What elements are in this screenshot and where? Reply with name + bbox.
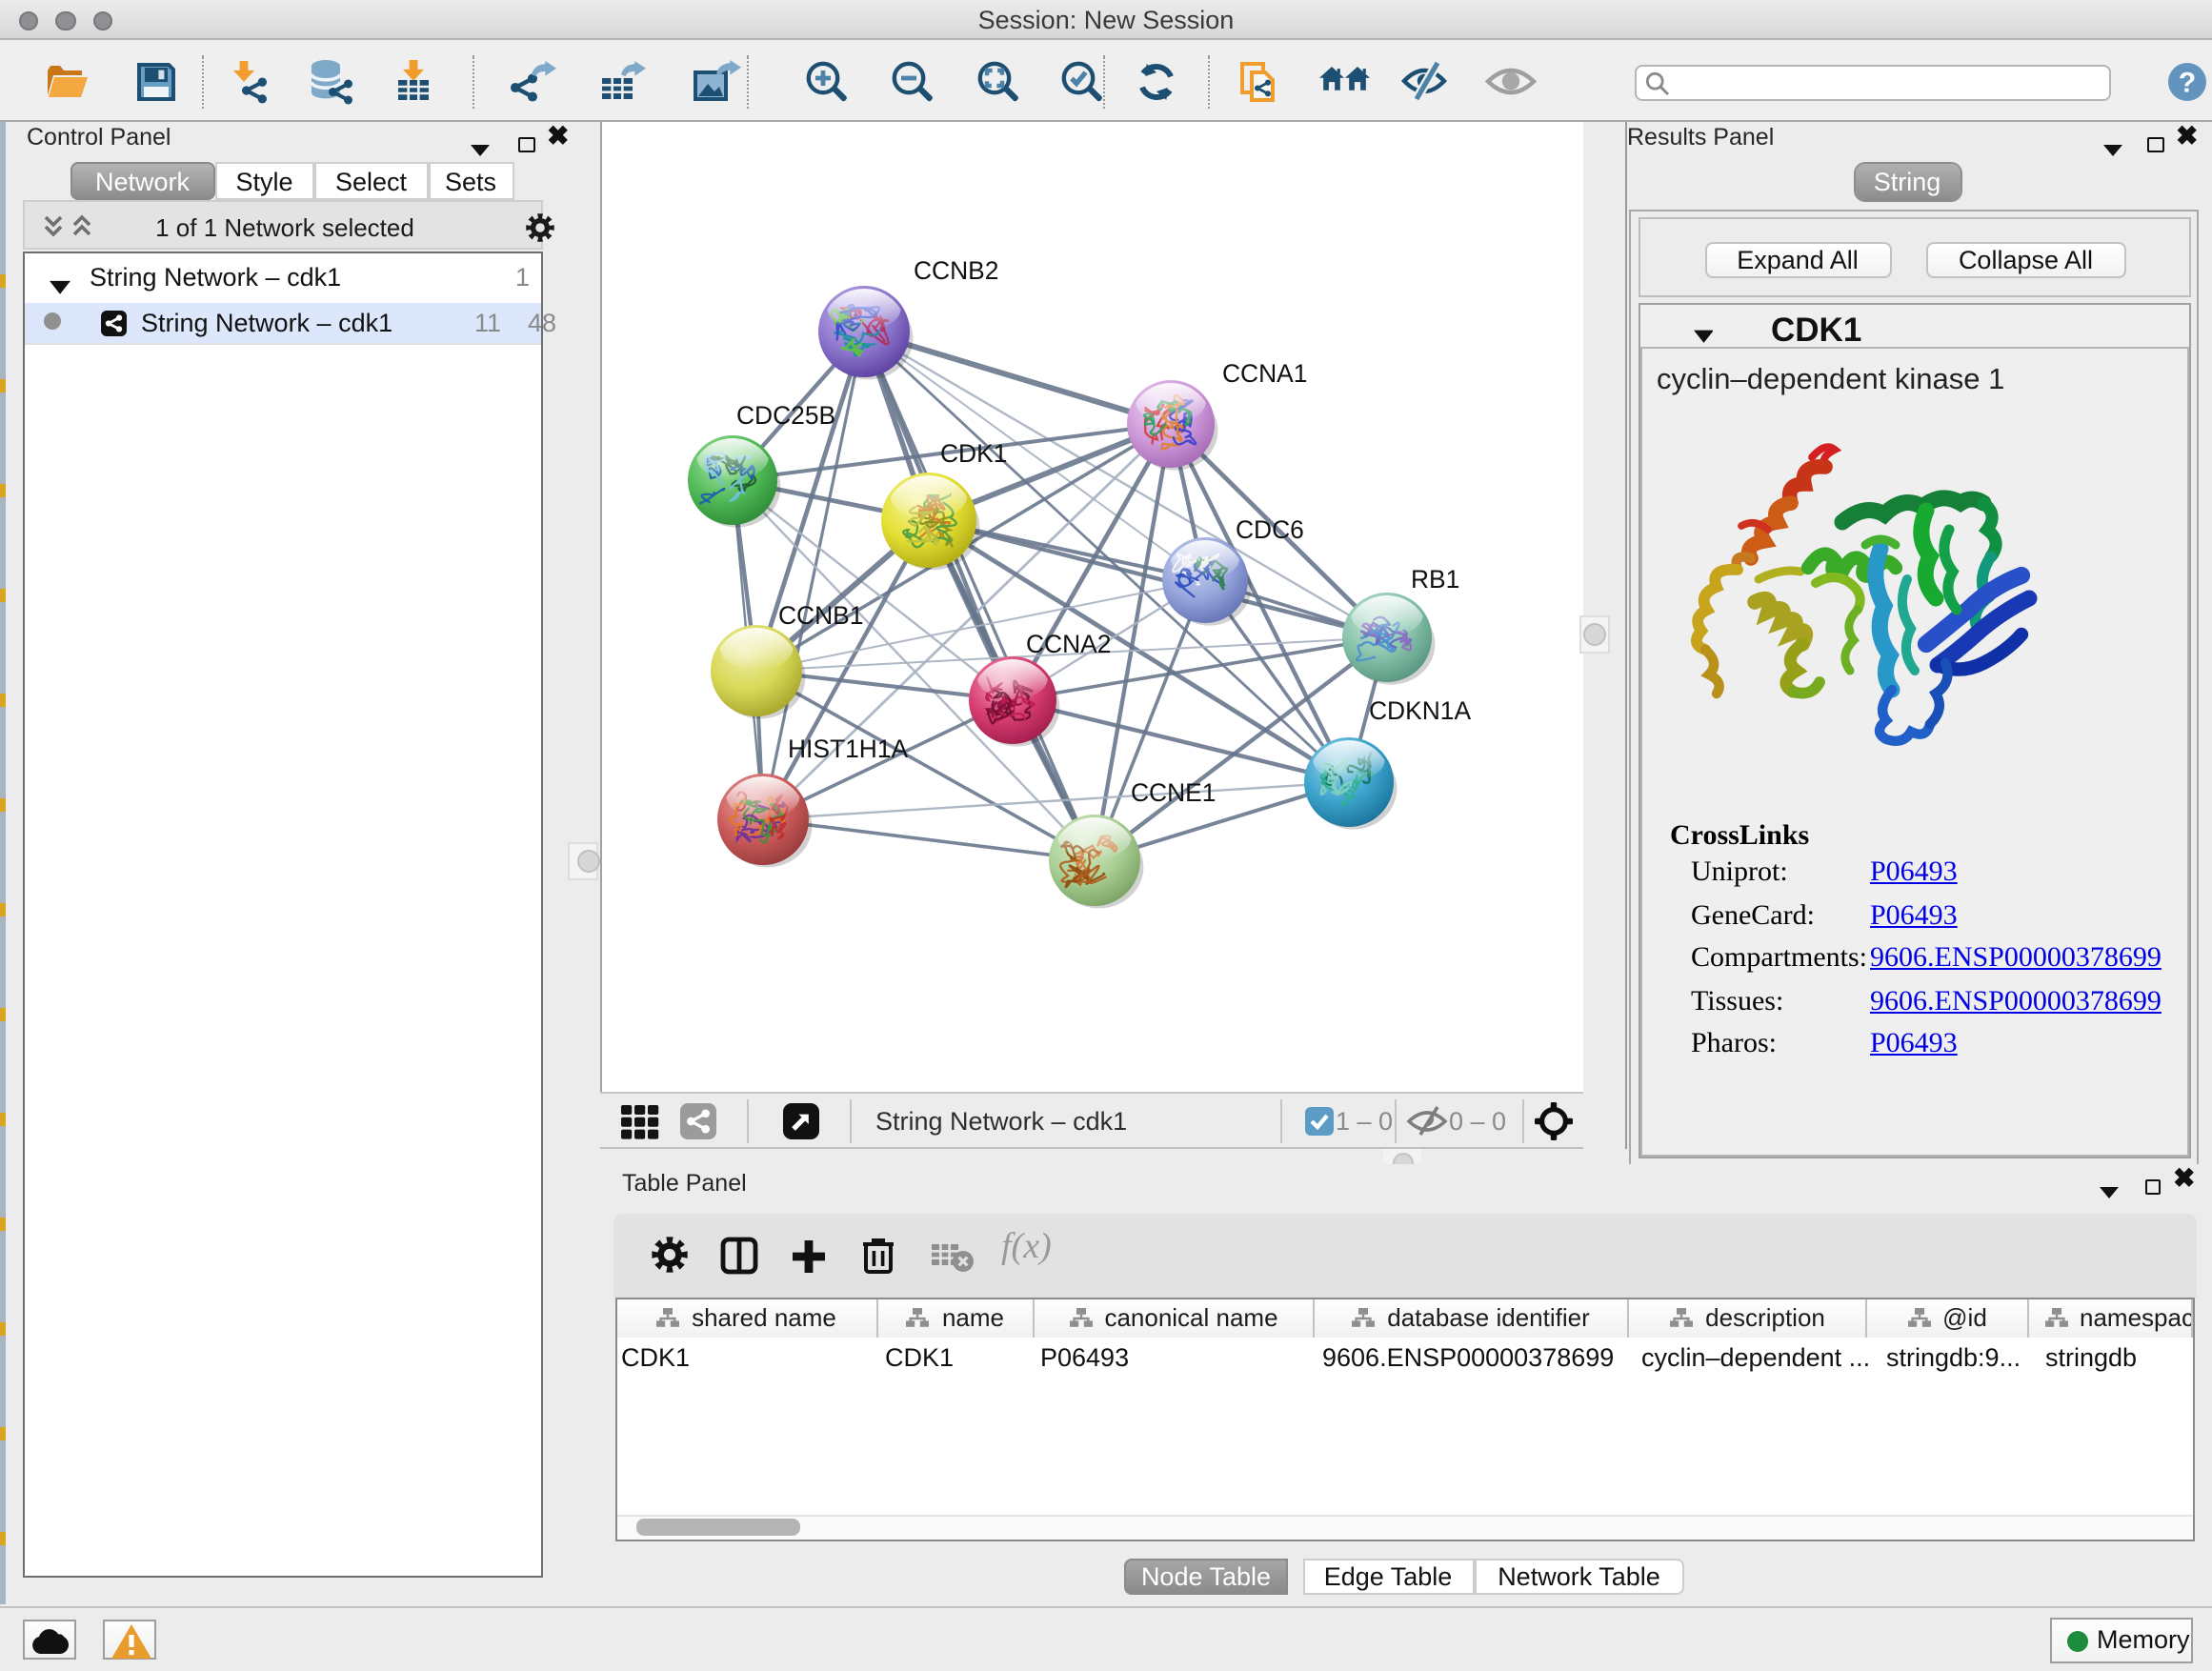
svg-text:CCNB1: CCNB1 [777, 601, 862, 630]
svg-text:CDK1: CDK1 [939, 439, 1006, 468]
svg-text:CCNB2: CCNB2 [913, 256, 997, 285]
svg-text:HIST1H1A: HIST1H1A [787, 735, 908, 763]
svg-text:CDC25B: CDC25B [735, 401, 835, 430]
svg-text:RB1: RB1 [1410, 565, 1458, 594]
svg-text:CCNA1: CCNA1 [1221, 359, 1306, 388]
svg-text:CDC6: CDC6 [1235, 515, 1303, 544]
svg-text:CCNE1: CCNE1 [1130, 778, 1215, 807]
svg-text:?: ? [2179, 66, 2196, 97]
svg-text:CDKN1A: CDKN1A [1368, 696, 1470, 725]
svg-text:CCNA2: CCNA2 [1025, 630, 1110, 658]
